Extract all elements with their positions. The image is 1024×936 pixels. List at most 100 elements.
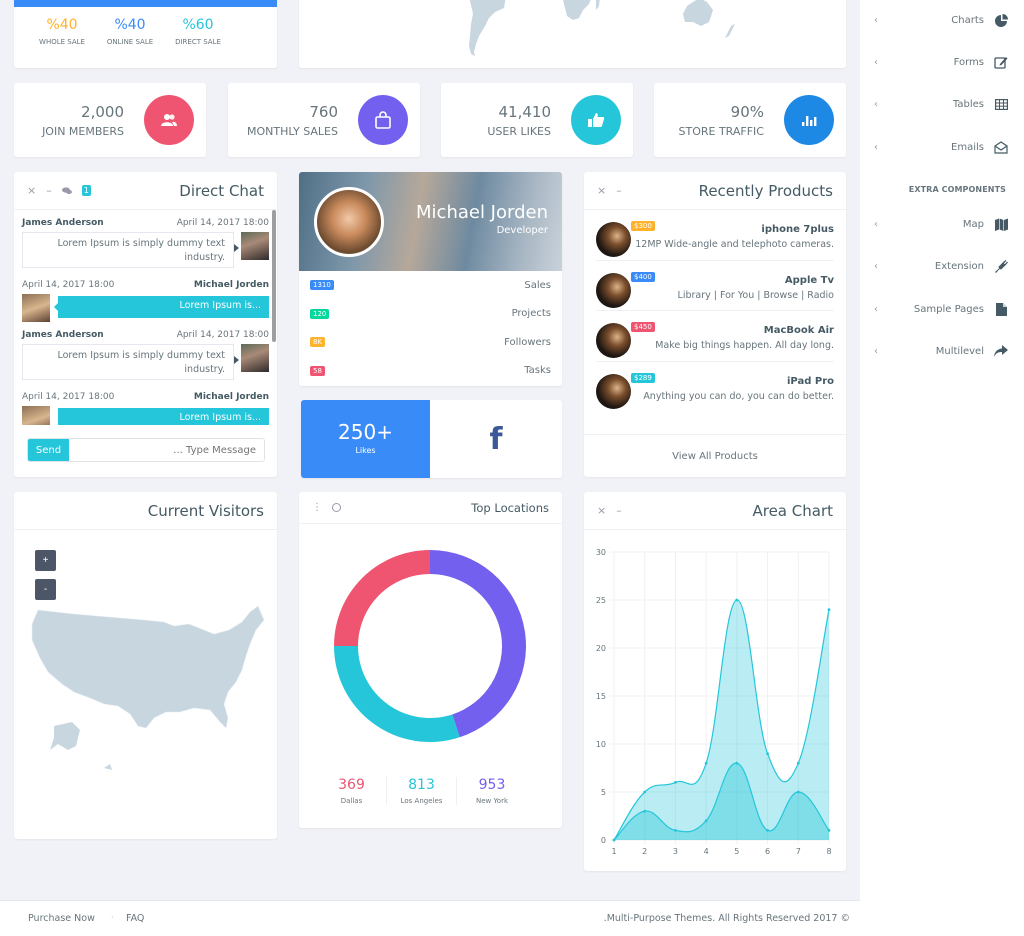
product-price-badge: $289 <box>631 372 655 383</box>
edit-icon <box>994 55 1008 69</box>
data-point[interactable] <box>766 829 769 832</box>
close-icon[interactable]: × <box>597 184 606 197</box>
x-tick-label: 8 <box>826 847 831 856</box>
sidebar-item-charts[interactable]: ‹ Charts <box>860 10 1024 30</box>
stat-card-join-members: 2,000 JOIN MEMBERS <box>14 83 206 157</box>
data-point[interactable] <box>827 608 831 611</box>
sales-label: WHOLE SALE <box>39 38 85 46</box>
chevron-left-icon: ‹ <box>874 98 878 110</box>
product-thumb <box>596 323 631 358</box>
stat-label: JOIN MEMBERS <box>42 125 124 138</box>
stat-icon-circle <box>784 95 834 145</box>
sidebar-item-forms[interactable]: ‹ Forms <box>860 52 1024 72</box>
more-vertical-icon[interactable]: ⋮ <box>312 502 322 513</box>
profile-stat-row[interactable]: 1310 Sales <box>310 271 551 300</box>
product-name: iphone 7plus <box>761 224 834 235</box>
data-point[interactable] <box>612 838 616 842</box>
footer-separator: · <box>111 913 114 922</box>
sidebar-item-label: Forms <box>953 56 984 68</box>
sidebar-item-emails[interactable]: ‹ Emails <box>860 137 1024 157</box>
chevron-left-icon: ‹ <box>874 218 878 230</box>
recent-products-card: × – Recently Products $300 iphone 7plus … <box>584 172 846 477</box>
bar-chart-icon <box>802 116 817 126</box>
send-button[interactable]: Send <box>28 439 69 461</box>
data-point[interactable] <box>735 598 739 602</box>
product-item[interactable]: $400 Apple Tv Library | For You | Browse… <box>596 261 834 311</box>
product-name: Apple Tv <box>784 274 834 286</box>
chat-count-badge: 1 <box>81 185 91 196</box>
data-point[interactable] <box>674 829 677 832</box>
data-point[interactable] <box>704 819 708 823</box>
top-locations-header: ⋮ Top Locations <box>299 492 562 524</box>
usa-map[interactable] <box>14 600 277 770</box>
refresh-circle-icon[interactable] <box>332 503 341 512</box>
profile-stat-label: Followers <box>504 336 551 348</box>
location-stat: 953 New York <box>457 777 527 805</box>
chevron-left-icon: ‹ <box>874 303 878 315</box>
world-map-card <box>299 0 846 68</box>
world-map[interactable] <box>299 0 846 68</box>
data-point[interactable] <box>704 761 708 765</box>
product-thumb <box>596 222 631 257</box>
profile-avatar <box>314 187 384 257</box>
data-point[interactable] <box>796 790 800 794</box>
product-item[interactable]: $289 iPad Pro Anything you can do, you c… <box>596 362 834 413</box>
profile-stat-row[interactable]: 8K Followers <box>310 328 551 357</box>
data-point[interactable] <box>643 790 647 794</box>
minimize-icon[interactable]: – <box>46 184 52 197</box>
profile-stat-row[interactable]: 58 Tasks <box>310 357 551 386</box>
data-point[interactable] <box>643 809 647 813</box>
comments-icon[interactable] <box>61 186 72 195</box>
data-point[interactable] <box>796 761 800 765</box>
product-desc: 12MP Wide-angle and telephoto cameras. <box>635 239 834 250</box>
footer-link-faq[interactable]: FAQ <box>126 913 144 924</box>
footer-link-purchase-now[interactable]: Purchase Now <box>28 913 95 924</box>
sales-value: %40 <box>114 17 146 33</box>
close-icon[interactable]: × <box>27 184 36 197</box>
profile-stat-label: Sales <box>524 279 551 291</box>
sidebar-item-map[interactable]: ‹ Map <box>860 214 1024 234</box>
sales-summary-card: %40 WHOLE SALE %40 ONLINE SALE %60 DIREC… <box>14 0 277 68</box>
data-point[interactable] <box>766 752 769 755</box>
stat-card-user-likes: 41,410 USER LIKES <box>441 83 633 157</box>
product-item[interactable]: $300 iphone 7plus 12MP Wide-angle and te… <box>596 210 834 261</box>
donut-slice-new-york[interactable] <box>430 550 526 738</box>
product-item[interactable]: $450 MacBook Air Make big things happen.… <box>596 311 834 362</box>
pie-chart-icon <box>994 13 1008 27</box>
data-point[interactable] <box>674 781 677 784</box>
data-point[interactable] <box>827 829 831 832</box>
sales-summary-header-bar <box>14 0 277 7</box>
sidebar-item-sample-pages[interactable]: ‹ Sample Pages <box>860 299 1024 319</box>
sidebar-item-extension[interactable]: ‹ Extension <box>860 256 1024 276</box>
minimize-icon[interactable]: – <box>616 184 622 197</box>
donut-slice-dallas[interactable] <box>334 550 430 646</box>
chat-message-list[interactable]: James Anderson April 14, 2017 18:00 Lore… <box>14 210 277 425</box>
madagascar-shape <box>596 0 600 10</box>
sidebar-item-tables[interactable]: ‹ Tables <box>860 94 1024 114</box>
close-icon[interactable]: × <box>597 504 606 517</box>
facebook-icon: f <box>489 421 503 457</box>
view-all-products-link[interactable]: View All Products <box>584 434 846 477</box>
minimize-icon[interactable]: – <box>616 504 622 517</box>
current-visitors-card: Current Visitors + - <box>14 492 277 839</box>
profile-stat-row[interactable]: 120 Projects <box>310 300 551 329</box>
card-title: Top Locations <box>471 500 549 515</box>
chat-text: Lorem Ipsum is simply dummy text industr… <box>57 350 225 375</box>
product-price-badge: $450 <box>631 322 655 332</box>
x-tick-label: 7 <box>796 847 801 856</box>
map-zoom-in-button[interactable]: + <box>35 550 56 571</box>
sidebar-item-label: Extension <box>934 260 984 272</box>
product-name: MacBook Air <box>763 325 834 336</box>
profile-name: Michael Jorden <box>416 202 548 223</box>
sidebar-item-multilevel[interactable]: ‹ Multilevel <box>860 341 1024 361</box>
data-point[interactable] <box>735 761 739 765</box>
chat-message: April 14, 2017 18:00 Michael Jorden Lore… <box>22 392 269 425</box>
facebook-card[interactable]: 250+ Likes f <box>301 400 562 478</box>
donut-slice-los-angeles[interactable] <box>334 646 460 742</box>
chat-scrollbar[interactable] <box>272 210 276 342</box>
location-value: 813 <box>408 777 435 793</box>
map-zoom-out-button[interactable]: - <box>35 579 56 600</box>
x-tick-label: 1 <box>611 847 616 856</box>
direct-chat-card: × – 1 Direct Chat James Anderson April 1… <box>14 172 277 477</box>
message-input[interactable] <box>69 439 264 461</box>
